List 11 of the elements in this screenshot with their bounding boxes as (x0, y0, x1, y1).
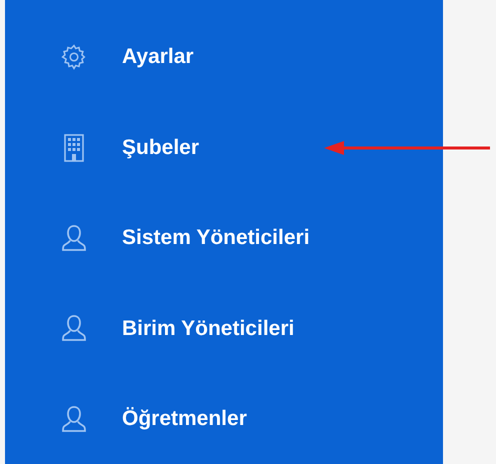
arrow-icon (324, 140, 492, 156)
sidebar-item[interactable]: Sistem Yöneticileri (5, 192, 443, 284)
sidebar-item[interactable]: Öğretmenler (5, 374, 443, 464)
person-icon (60, 314, 86, 342)
gear-icon (60, 44, 86, 70)
building-icon (62, 134, 84, 162)
sidebar-item[interactable]: Birim Yöneticileri (5, 283, 443, 374)
sidebar-item[interactable]: Şubeler (5, 102, 443, 193)
person-icon (60, 404, 86, 433)
sidebar-item[interactable]: Ayarlar (5, 12, 443, 102)
person-icon (60, 224, 86, 252)
